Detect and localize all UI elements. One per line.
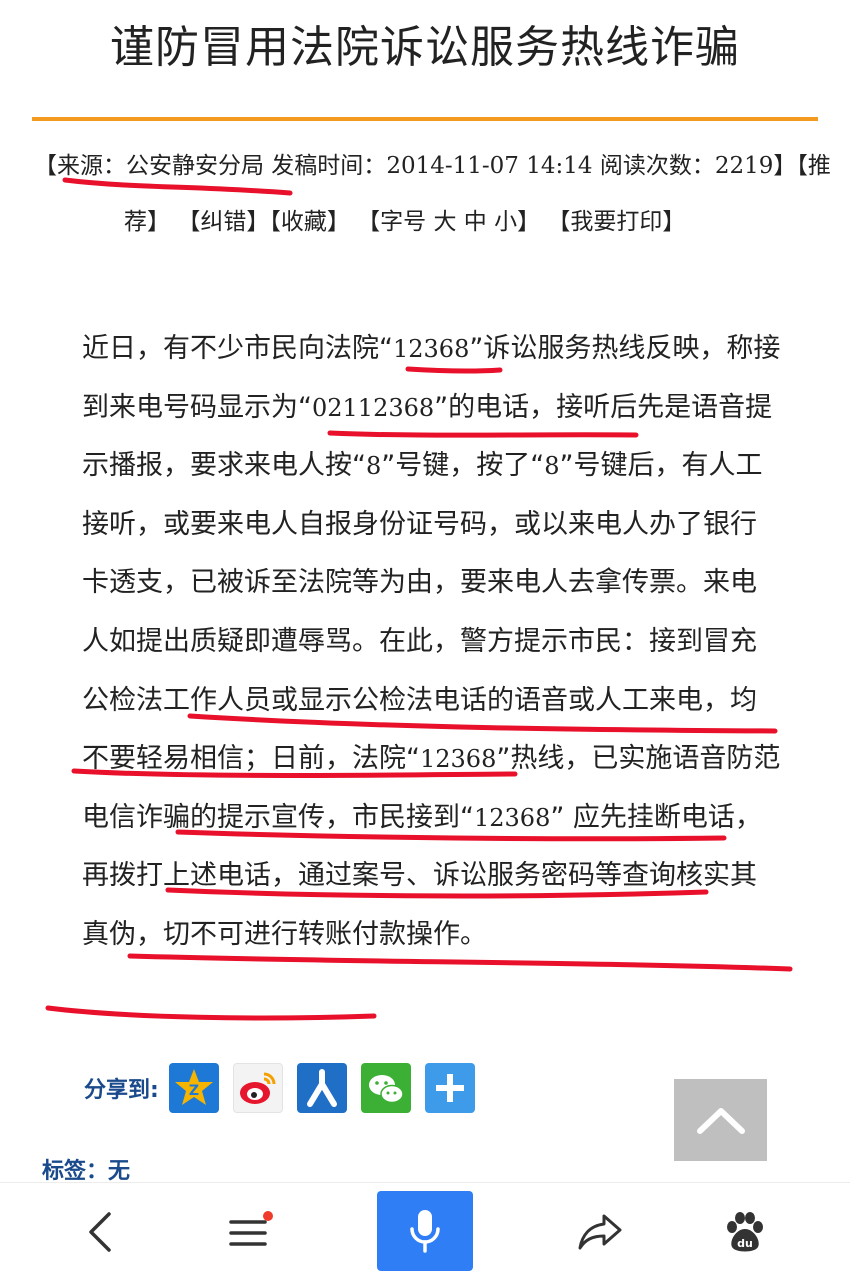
wechat-icon — [368, 1075, 404, 1104]
svg-text:Z: Z — [189, 1083, 199, 1099]
article-text: ”号键后，有人工接听，或要来电人自报身份证号码，或以来电人办了银行卡透支，已被诉… — [82, 450, 763, 775]
more-share-button[interactable] — [424, 1063, 475, 1113]
article-title: 谨防冒用法院诉讼服务热线诈骗 — [110, 22, 740, 73]
share-icon — [578, 1214, 622, 1250]
weibo-share-button[interactable] — [232, 1063, 283, 1113]
microphone-icon — [410, 1210, 440, 1253]
renren-share-button[interactable] — [296, 1063, 347, 1113]
correct-link[interactable]: 【纠错】 — [177, 209, 269, 235]
chevron-up-icon — [696, 1108, 745, 1134]
article-text: 近日，有不少市民向法院“ — [82, 333, 393, 364]
article-number: 8 — [544, 452, 560, 481]
baidu-paw-icon: du — [727, 1212, 763, 1252]
recommend-link-start[interactable]: 】【推 — [773, 153, 831, 179]
favorite-link[interactable]: 【收藏】 — [269, 209, 350, 235]
renren-icon — [306, 1069, 337, 1107]
meta-reads-label: 阅读次数： — [592, 153, 715, 179]
article-number: 12368 — [474, 803, 551, 832]
share-bar: 分享到: Z — [84, 1062, 489, 1114]
tags-label: 标签：无 — [42, 1159, 131, 1184]
article-text: ”号键，按了“ — [381, 450, 545, 482]
meta-reads-count: 2219 — [714, 153, 774, 179]
share-label: 分享到: — [84, 1078, 159, 1103]
menu-icon — [229, 1211, 273, 1246]
back-button[interactable] — [60, 1183, 140, 1280]
article-number: 02112368 — [312, 393, 435, 422]
weibo-icon — [239, 1072, 276, 1104]
article-paragraph: 近日，有不少市民向法院“12368”诉讼服务热线反映，称接到来电号码显示为“02… — [82, 320, 782, 965]
meta-source: 【来源：公安静安分局 发稿时间： — [34, 153, 387, 179]
back-icon — [89, 1212, 111, 1252]
article-number: 12368 — [420, 745, 497, 774]
voice-search-button[interactable] — [377, 1191, 473, 1271]
title-divider — [32, 117, 818, 121]
plus-icon — [435, 1074, 464, 1102]
svg-text:du: du — [737, 1237, 753, 1250]
wechat-share-button[interactable] — [360, 1063, 411, 1113]
font-small-link[interactable]: 小】 — [494, 209, 540, 235]
article-body: 近日，有不少市民向法院“12368”诉讼服务热线反映，称接到来电号码显示为“02… — [82, 320, 782, 965]
meta-date: 2014-11-07 14:14 — [386, 153, 593, 179]
underline-no-transfer — [45, 1005, 377, 1021]
font-large-link[interactable]: 大 — [433, 209, 456, 235]
meta-line-1: 【来源：公安静安分局 发稿时间：2014-11-07 14:14 阅读次数：22… — [34, 138, 834, 194]
bottom-navigation-bar: du — [0, 1182, 850, 1280]
recommend-link-end[interactable]: 荐】 — [124, 209, 170, 235]
menu-button[interactable] — [210, 1183, 290, 1280]
share-button[interactable] — [560, 1183, 640, 1280]
article-number: 8 — [366, 452, 382, 481]
font-medium-link[interactable]: 中 — [464, 209, 487, 235]
article-meta: 【来源：公安静安分局 发稿时间：2014-11-07 14:14 阅读次数：22… — [34, 138, 834, 250]
baidu-home-button[interactable]: du — [705, 1183, 785, 1280]
qzone-icon: Z — [174, 1069, 213, 1105]
font-size-label: 【字号 — [357, 209, 427, 235]
print-link[interactable]: 【我要打印】 — [547, 209, 685, 235]
qzone-share-button[interactable]: Z — [168, 1063, 219, 1113]
back-to-top-button[interactable] — [674, 1079, 767, 1161]
meta-line-2: 荐】 【纠错】【收藏】 【字号 大 中 小】 【我要打印】 — [34, 194, 834, 250]
article-number: 12368 — [393, 335, 470, 363]
